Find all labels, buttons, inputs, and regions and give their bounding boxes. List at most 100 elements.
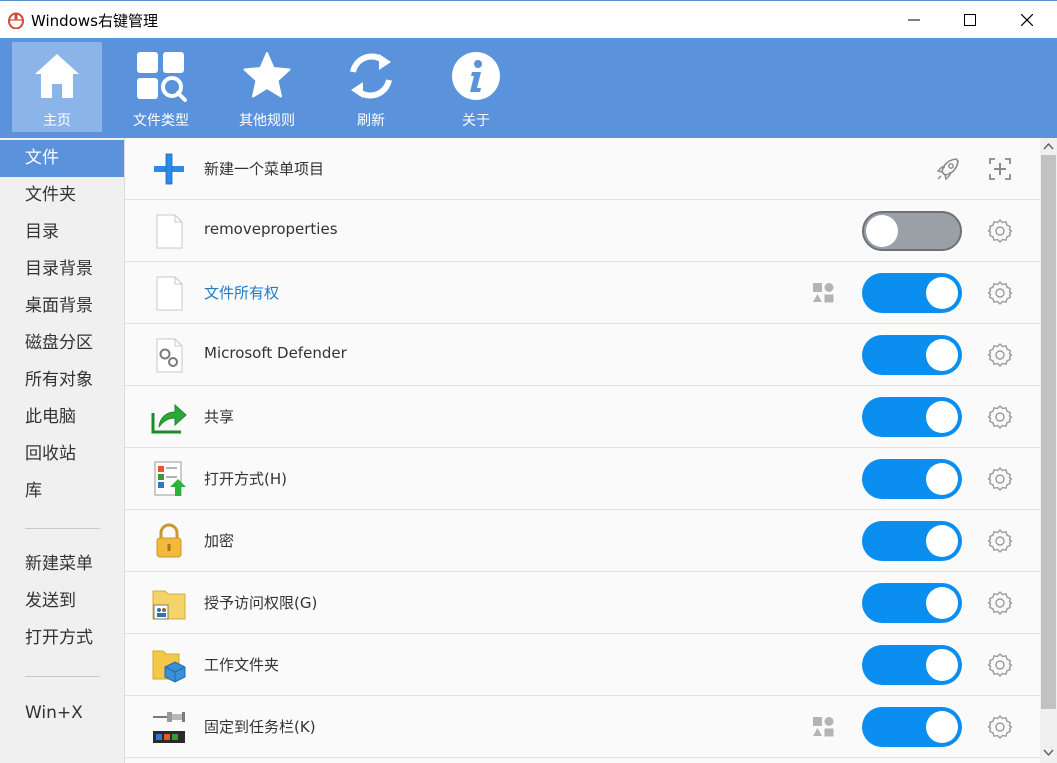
gear-icon[interactable]	[987, 280, 1013, 306]
scroll-up-icon[interactable]	[1040, 138, 1057, 155]
menu-item-list: 新建一个菜单项目 removeproperties 文件所有权 Microsof…	[125, 138, 1040, 763]
toolbar-about-button[interactable]: 关于	[431, 42, 521, 132]
menu-item-label: removeproperties	[204, 220, 338, 238]
gear-icon[interactable]	[987, 342, 1013, 368]
toggle-knob	[866, 215, 898, 247]
sidebar-item-directory-background[interactable]: 目录背景	[0, 251, 124, 288]
toggle-knob	[926, 649, 958, 681]
sidebar-divider	[25, 528, 100, 529]
sidebar-divider	[25, 676, 100, 677]
minimize-icon	[908, 19, 920, 21]
grant-access-icon	[152, 590, 186, 620]
menu-item-label: 打开方式(H)	[204, 470, 287, 488]
rocket-icon[interactable]	[934, 155, 962, 183]
gear-icon[interactable]	[987, 404, 1013, 430]
enable-toggle[interactable]	[862, 273, 962, 313]
enable-toggle[interactable]	[862, 521, 962, 561]
toolbar-refresh-button[interactable]: 刷新	[326, 42, 416, 132]
toolbar-home-button[interactable]: 主页	[12, 42, 102, 132]
sidebar-item-send-to[interactable]: 发送到	[0, 583, 124, 620]
menu-item-row: 固定到任务栏(K)	[125, 696, 1040, 758]
menu-item-label: 固定到任务栏(K)	[204, 718, 316, 736]
mouse-icon	[8, 12, 24, 29]
open-with-icon	[154, 461, 186, 496]
sidebar-item-desktop-background[interactable]: 桌面背景	[0, 288, 124, 325]
gears-file-icon	[156, 338, 183, 373]
minimize-button[interactable]	[884, 1, 944, 39]
menu-item-label[interactable]: 文件所有权	[204, 282, 279, 303]
sidebar-item-drive[interactable]: 磁盘分区	[0, 325, 124, 362]
menu-item-row: 授予访问权限(G)	[125, 572, 1040, 634]
sidebar-item-folder[interactable]: 文件夹	[0, 177, 124, 214]
toggle-knob	[926, 587, 958, 619]
blank-file-icon	[156, 214, 183, 249]
sidebar-item-recycle-bin[interactable]: 回收站	[0, 436, 124, 473]
enable-toggle[interactable]	[862, 583, 962, 623]
enable-toggle[interactable]	[862, 707, 962, 747]
new-menu-item-row[interactable]: 新建一个菜单项目	[125, 138, 1040, 200]
gear-icon[interactable]	[987, 528, 1013, 554]
toolbar-other-rules-label: 其他规则	[239, 113, 295, 129]
toolbar-refresh-label: 刷新	[357, 113, 385, 129]
vertical-scrollbar[interactable]	[1040, 138, 1057, 763]
toggle-knob	[926, 401, 958, 433]
close-button[interactable]	[997, 1, 1057, 39]
shapes-icon[interactable]	[811, 715, 835, 739]
padlock-icon	[156, 523, 182, 558]
menu-item-label: 共享	[204, 408, 235, 426]
menu-item-label: 工作文件夹	[204, 656, 280, 674]
enable-toggle[interactable]	[862, 211, 962, 251]
maximize-icon	[964, 14, 976, 26]
menu-item-label: 授予访问权限(G)	[204, 594, 318, 612]
toggle-knob	[926, 339, 958, 371]
sidebar-item-library[interactable]: 库	[0, 473, 124, 510]
sidebar-item-directory[interactable]: 目录	[0, 214, 124, 251]
enable-toggle[interactable]	[862, 397, 962, 437]
menu-item-row: 打开方式(H)	[125, 448, 1040, 510]
toggle-knob	[926, 711, 958, 743]
menu-item-row: removeproperties	[125, 200, 1040, 262]
toolbar-about-label: 关于	[462, 113, 490, 129]
window-title: Windows右键管理	[31, 12, 158, 30]
star-icon	[243, 52, 291, 98]
sidebar-item-new-menu[interactable]: 新建菜单	[0, 546, 124, 583]
sidebar-item-winx[interactable]: Win+X	[0, 695, 124, 732]
new-menu-item-label: 新建一个菜单项目	[204, 160, 325, 178]
sidebar-item-this-pc[interactable]: 此电脑	[0, 399, 124, 436]
enable-toggle[interactable]	[862, 335, 962, 375]
gear-icon[interactable]	[987, 466, 1013, 492]
toolbar-file-types-button[interactable]: 文件类型	[116, 42, 206, 132]
work-folder-icon	[152, 650, 186, 683]
toggle-knob	[926, 525, 958, 557]
sidebar-item-file[interactable]: 文件	[0, 140, 124, 177]
title-bar: Windows右键管理	[0, 0, 1057, 38]
gear-icon[interactable]	[987, 714, 1013, 740]
menu-item-row: 共享	[125, 386, 1040, 448]
pin-taskbar-icon	[153, 712, 185, 743]
close-icon	[1021, 14, 1033, 26]
sidebar-item-all-objects[interactable]: 所有对象	[0, 362, 124, 399]
toolbar-file-types-label: 文件类型	[133, 113, 189, 129]
enable-toggle[interactable]	[862, 459, 962, 499]
gear-icon[interactable]	[987, 590, 1013, 616]
toolbar-home-label: 主页	[43, 113, 71, 129]
refresh-icon	[350, 53, 392, 99]
file-types-icon	[137, 52, 187, 102]
plus-icon	[154, 153, 184, 185]
scroll-down-icon[interactable]	[1040, 744, 1057, 761]
toolbar-other-rules-button[interactable]: 其他规则	[222, 42, 312, 132]
gear-icon[interactable]	[987, 652, 1013, 678]
sidebar-item-open-with[interactable]: 打开方式	[0, 620, 124, 657]
shapes-icon[interactable]	[811, 281, 835, 305]
share-icon	[151, 403, 187, 434]
enable-toggle[interactable]	[862, 645, 962, 685]
menu-item-row: 文件所有权	[125, 262, 1040, 324]
scroll-thumb[interactable]	[1041, 155, 1056, 709]
gear-icon[interactable]	[987, 218, 1013, 244]
info-icon	[452, 52, 500, 100]
blank-file-icon	[156, 276, 183, 311]
menu-item-row: Microsoft Defender	[125, 324, 1040, 386]
add-icon[interactable]	[986, 155, 1014, 183]
maximize-button[interactable]	[940, 1, 1000, 39]
menu-item-row: 加密	[125, 510, 1040, 572]
